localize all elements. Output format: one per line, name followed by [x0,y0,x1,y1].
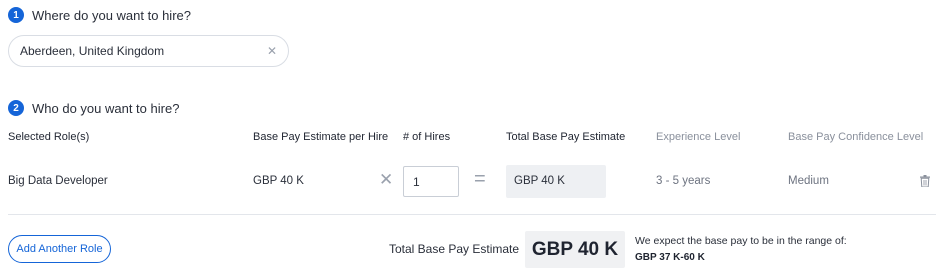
clear-location-icon[interactable]: ✕ [267,44,277,58]
row-total-base-pay: GBP 40 K [506,165,606,198]
total-base-pay-value: GBP 40 K [525,231,625,268]
pay-range-value: GBP 37 K-60 K [635,252,705,263]
confidence-level-value: Medium [788,175,829,187]
header-base-pay-per-hire: Base Pay Estimate per Hire [253,131,389,143]
step-2-question: Who do you want to hire? [32,100,180,116]
add-another-role-button[interactable]: Add Another Role [8,235,111,263]
step-1-badge: 1 [8,7,24,23]
location-value[interactable]: Aberdeen, United Kingdom [20,44,267,58]
section-divider [8,214,936,215]
header-experience-level: Experience Level [656,131,741,143]
pay-range-note: We expect the base pay to be in the rang… [635,235,847,247]
equals-icon: = [474,168,486,190]
experience-level-value: 3 - 5 years [656,175,711,187]
step-1-question: Where do you want to hire? [32,7,191,23]
base-pay-per-hire: GBP 40 K [253,175,304,187]
total-base-pay-label: Total Base Pay Estimate [389,242,520,256]
header-selected-roles: Selected Role(s) [8,131,90,143]
header-number-of-hires: # of Hires [403,131,451,143]
multiply-icon: ✕ [379,170,394,189]
header-total-base-pay: Total Base Pay Estimate [506,131,626,143]
hires-count-input[interactable]: 1 [403,166,459,197]
step-2-heading: 2 Who do you want to hire? [8,100,179,116]
header-confidence-level: Base Pay Confidence Level [788,131,924,143]
role-name: Big Data Developer [8,175,108,187]
step-1-heading: 1 Where do you want to hire? [8,7,191,23]
trash-icon[interactable] [920,175,930,187]
step-2-badge: 2 [8,100,24,116]
location-input[interactable]: Aberdeen, United Kingdom ✕ [8,35,289,67]
